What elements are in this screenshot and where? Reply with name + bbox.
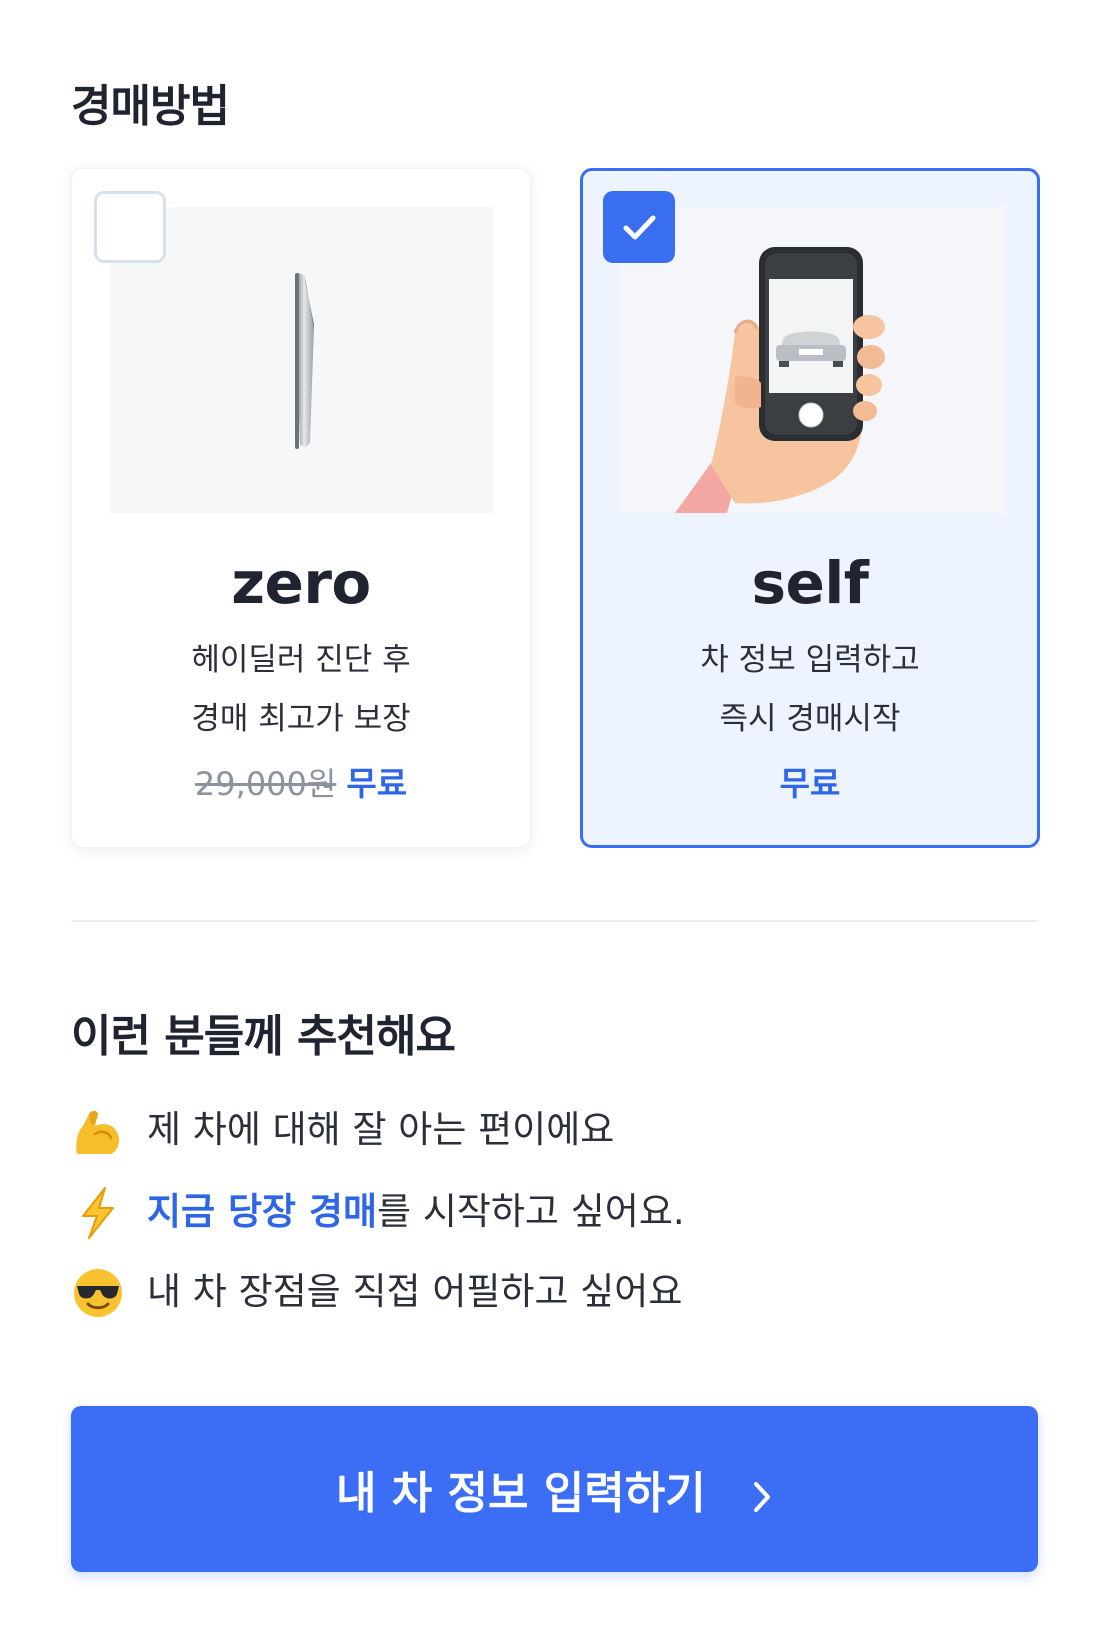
method-card-zero[interactable]: zero 헤이딜러 진단 후 경매 최고가 보장 29,000원 무료 [71, 168, 531, 848]
recommend-text: 제 차에 대해 잘 아는 편이에요 [147, 1108, 615, 1151]
method-card-self[interactable]: self 차 정보 입력하고 즉시 경매시작 무료 [580, 168, 1040, 848]
section-divider [71, 920, 1038, 922]
hand-holding-phone-icon [619, 207, 1003, 513]
card-description-self: 차 정보 입력하고 즉시 경매시작 [583, 631, 1037, 749]
free-price-label: 무료 [346, 764, 408, 803]
chevron-right-icon [751, 1474, 773, 1525]
cta-label: 내 차 정보 입력하기 [335, 1468, 706, 1519]
sunglasses-face-icon [71, 1266, 125, 1320]
recommend-text: 를 시작하고 싶어요. [377, 1190, 685, 1233]
flexed-biceps-icon [71, 1104, 125, 1158]
phone-side-view-icon [110, 207, 494, 513]
recommend-highlight: 지금 당장 경매 [147, 1190, 378, 1233]
card-desc-line1: 헤이딜러 진단 후 [191, 642, 411, 678]
enter-car-info-button[interactable]: 내 차 정보 입력하기 [71, 1406, 1038, 1572]
card-desc-line2: 경매 최고가 보장 [191, 701, 411, 737]
original-price: 29,000원 [194, 765, 337, 803]
checkmark-icon [623, 215, 656, 240]
card-name-self: self [751, 549, 869, 617]
checkbox-self[interactable] [603, 191, 675, 263]
card-name-zero: zero [231, 549, 371, 617]
card-price-self: 무료 [583, 757, 1037, 805]
auction-method-title: 경매방법 [71, 81, 230, 132]
free-price-label: 무료 [779, 764, 841, 803]
lightning-icon [71, 1186, 125, 1240]
card-desc-line1: 차 정보 입력하고 [700, 642, 920, 678]
recommend-text: 내 차 장점을 직접 어필하고 싶어요 [147, 1270, 683, 1313]
card-desc-line2: 즉시 경매시작 [719, 701, 901, 737]
checkbox-zero[interactable] [94, 191, 166, 263]
card-price-zero: 29,000원 무료 [72, 757, 530, 805]
card-description-zero: 헤이딜러 진단 후 경매 최고가 보장 [72, 631, 530, 749]
recommend-title: 이런 분들께 추천해요 [71, 1011, 456, 1062]
